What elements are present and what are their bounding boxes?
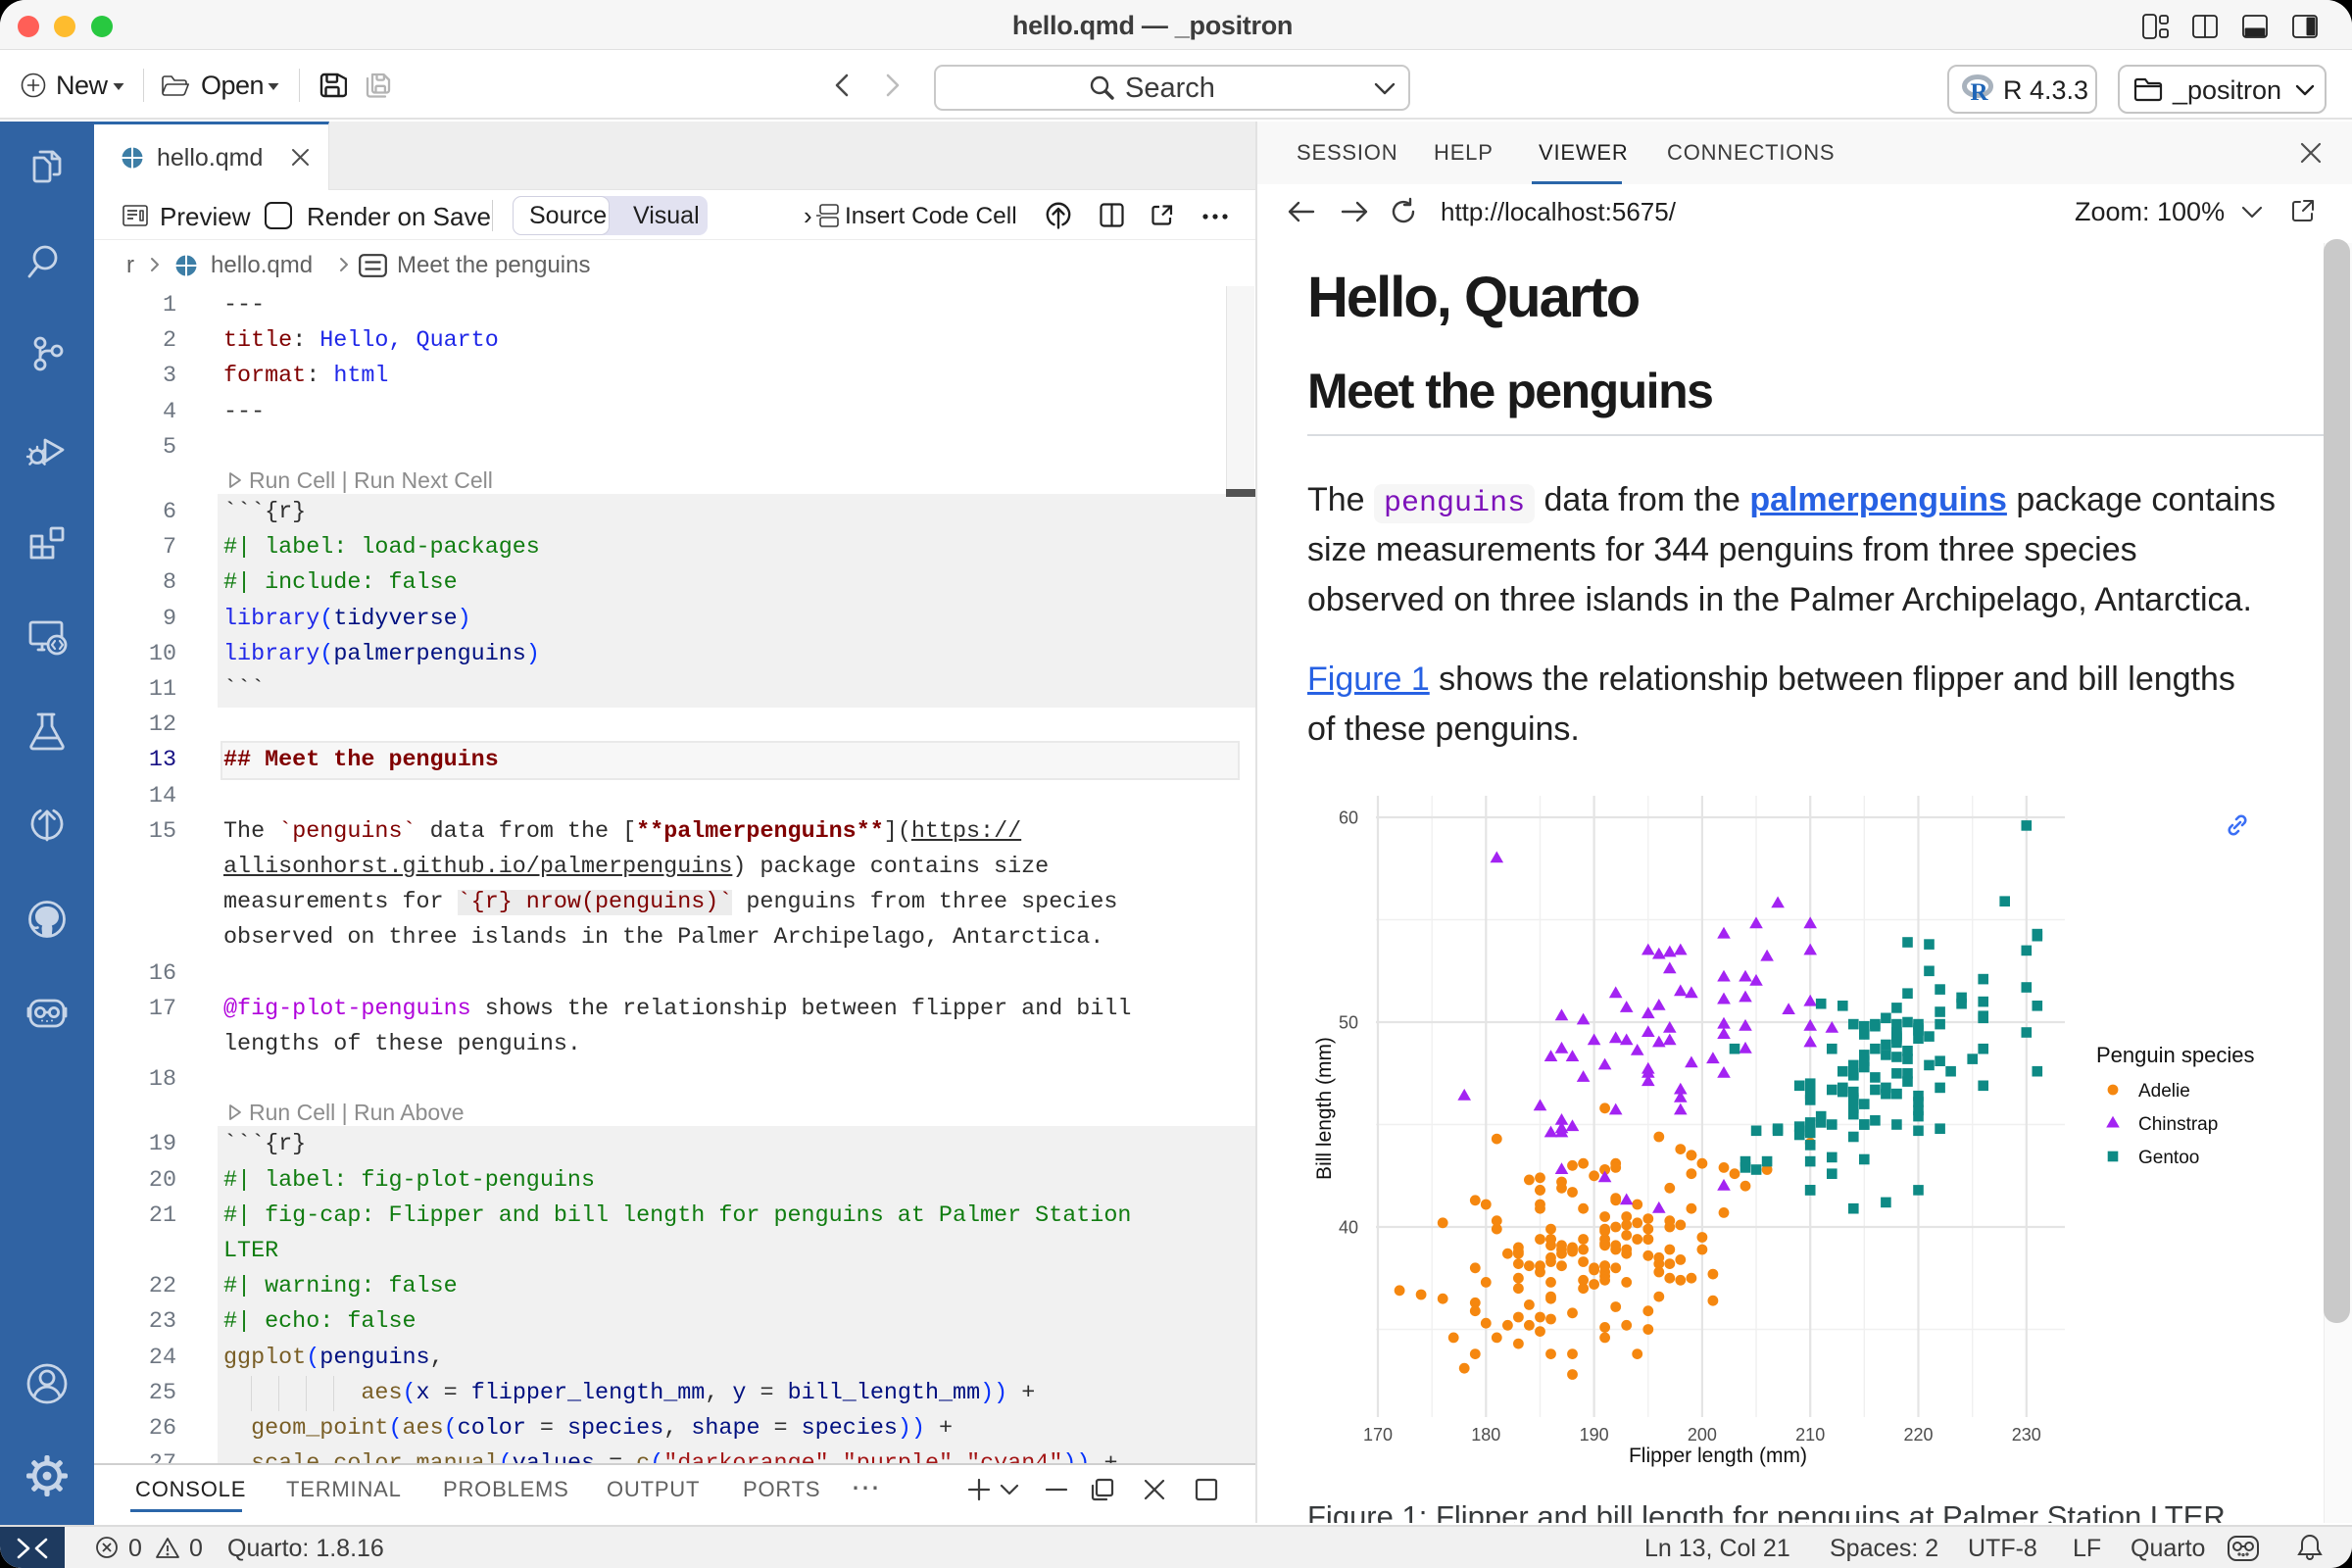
svg-text:Adelie: Adelie — [2138, 1081, 2190, 1102]
svg-text:180: 180 — [1471, 1425, 1500, 1445]
svg-text:Penguin species: Penguin species — [2096, 1043, 2254, 1067]
svg-text:170: 170 — [1363, 1425, 1393, 1445]
svg-text:220: 220 — [1903, 1425, 1933, 1445]
svg-text:60: 60 — [1339, 808, 1358, 828]
svg-text:40: 40 — [1339, 1218, 1358, 1238]
svg-text:230: 230 — [2012, 1425, 2041, 1445]
svg-text:Flipper length (mm): Flipper length (mm) — [1629, 1445, 1807, 1467]
svg-text:Bill length (mm): Bill length (mm) — [1313, 1037, 1336, 1180]
svg-text:50: 50 — [1339, 1013, 1358, 1033]
svg-text:200: 200 — [1688, 1425, 1717, 1445]
svg-text:Gentoo: Gentoo — [2138, 1148, 2199, 1168]
svg-text:190: 190 — [1580, 1425, 1609, 1445]
svg-text:210: 210 — [1795, 1425, 1825, 1445]
svg-text:Chinstrap: Chinstrap — [2138, 1114, 2218, 1135]
